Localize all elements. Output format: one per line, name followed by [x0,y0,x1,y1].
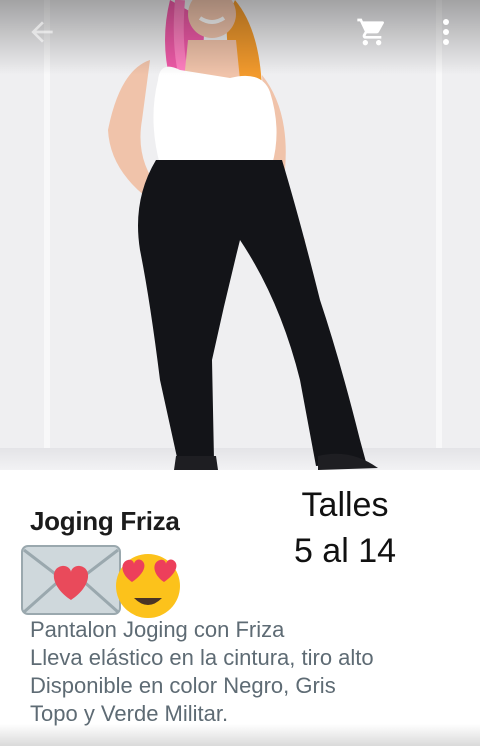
product-photo[interactable] [0,0,480,470]
product-title: Joging Friza [30,506,180,536]
bottom-shadow [0,724,480,746]
sizes-range: 5 al 14 [293,532,397,570]
love-letter-icon [21,545,121,615]
more-vertical-icon[interactable] [434,16,458,48]
arrow-back-icon[interactable] [26,16,66,48]
description-line: Pantalon Joging con Friza [30,617,285,642]
heart-eyes-icon [116,554,180,618]
cart-icon[interactable] [356,16,388,48]
product-description: Pantalon Joging con Friza Lleva elástico… [30,616,470,728]
sizes-block: Talles 5 al 14 [270,482,420,574]
description-line: Lleva elástico en la cintura, tiro alto [30,645,374,670]
description-line: Disponible en color Negro, Gris [30,673,336,698]
app-bar [0,0,480,64]
emoji-group [20,542,190,618]
sizes-label: Talles [301,486,389,524]
